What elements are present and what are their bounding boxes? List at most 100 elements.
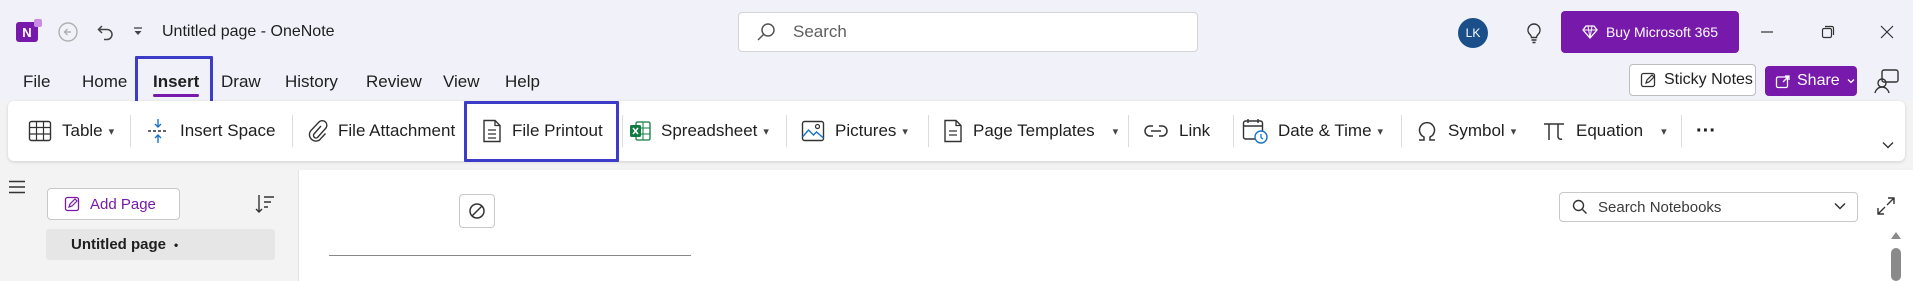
symbol-button[interactable]: Symbol ▾ xyxy=(1416,101,1516,161)
divider xyxy=(928,115,929,147)
chevron-down-icon xyxy=(1847,79,1855,84)
restore-icon[interactable] xyxy=(1813,18,1843,46)
tab-help[interactable]: Help xyxy=(505,72,540,92)
table-label: Table xyxy=(62,121,103,140)
chevron-down-icon: ▾ xyxy=(1510,125,1517,138)
prohibited-icon xyxy=(469,203,485,219)
search-box[interactable]: Search xyxy=(738,12,1198,52)
file-attachment-label: File Attachment xyxy=(338,121,456,140)
ribbon: Table ▾ Insert Space File Attachment Fil… xyxy=(8,101,1905,161)
window-title: Untitled page - OneNote xyxy=(162,23,335,40)
search-icon xyxy=(757,23,775,41)
sticky-note-icon xyxy=(1640,72,1656,88)
link-button[interactable]: Link xyxy=(1143,101,1210,161)
page-item-label: Untitled page xyxy=(71,236,167,253)
menu-bar: File Home Insert Draw History Review Vie… xyxy=(0,64,1913,100)
chevron-down-icon: ▾ xyxy=(763,125,769,138)
paperclip-icon xyxy=(308,119,328,142)
feedback-icon[interactable] xyxy=(1874,68,1900,94)
omega-icon xyxy=(1418,121,1436,141)
sort-icon[interactable] xyxy=(254,193,276,215)
insert-tab-highlight xyxy=(135,56,213,107)
page-list-item[interactable]: Untitled page • xyxy=(46,229,275,260)
picture-icon xyxy=(801,120,825,142)
search-icon xyxy=(1572,199,1587,214)
more-options-button[interactable]: ··· xyxy=(1696,101,1716,161)
title-bar: N Untitled page - OneNote Search LK Buy … xyxy=(0,0,1913,64)
note-container-button[interactable] xyxy=(459,194,495,228)
quick-access-dropdown-icon[interactable] xyxy=(130,24,146,40)
chevron-down-icon: ▾ xyxy=(108,125,115,138)
file-printout-highlight xyxy=(464,101,619,162)
page-template-icon xyxy=(944,119,962,143)
minimize-icon[interactable] xyxy=(1752,18,1782,46)
sticky-notes-label: Sticky Notes xyxy=(1664,71,1753,88)
scroll-up-arrow-icon[interactable] xyxy=(1890,230,1902,240)
back-icon[interactable] xyxy=(56,20,80,44)
equation-button[interactable]: Equation ▾ xyxy=(1542,101,1667,161)
chevron-down-icon: ▾ xyxy=(1377,125,1384,138)
add-page-button[interactable]: Add Page xyxy=(47,188,180,220)
tab-view[interactable]: View xyxy=(443,72,480,92)
divider xyxy=(1233,115,1234,147)
page-templates-button[interactable]: Page Templates ▾ xyxy=(943,101,1118,161)
search-notebooks-dropdown[interactable]: Search Notebooks xyxy=(1559,192,1858,222)
divider xyxy=(1128,115,1129,147)
link-icon xyxy=(1144,125,1168,137)
onenote-logo-icon: N xyxy=(16,19,42,42)
add-page-label: Add Page xyxy=(90,195,156,213)
divider xyxy=(1401,115,1402,147)
unsaved-dot: • xyxy=(174,237,179,252)
undo-icon[interactable] xyxy=(94,20,118,44)
divider xyxy=(292,115,293,147)
diamond-icon xyxy=(1582,25,1598,39)
tab-file[interactable]: File xyxy=(23,72,50,92)
insert-space-button[interactable]: Insert Space xyxy=(146,101,275,161)
table-button[interactable]: Table ▾ xyxy=(28,101,114,161)
add-page-icon xyxy=(64,196,80,212)
date-time-button[interactable]: Date & Time ▾ xyxy=(1242,101,1383,161)
chevron-down-icon: ▾ xyxy=(1661,125,1667,138)
symbol-label: Symbol xyxy=(1448,121,1505,140)
pictures-button[interactable]: Pictures ▾ xyxy=(801,101,908,161)
lightbulb-icon[interactable] xyxy=(1522,20,1546,46)
avatar[interactable]: LK xyxy=(1458,18,1488,48)
file-attachment-button[interactable]: File Attachment xyxy=(306,101,455,161)
tab-home[interactable]: Home xyxy=(82,72,127,92)
expand-icon[interactable] xyxy=(1876,196,1896,216)
app-logo-letter: N xyxy=(22,24,32,40)
search-placeholder: Search xyxy=(793,22,847,41)
buy-microsoft-365-button[interactable]: Buy Microsoft 365 xyxy=(1561,11,1739,53)
insert-space-label: Insert Space xyxy=(180,121,276,140)
excel-icon xyxy=(630,121,651,141)
share-button[interactable]: Share xyxy=(1765,66,1857,96)
hamburger-menu-icon[interactable] xyxy=(8,179,26,195)
page-title-underline[interactable] xyxy=(329,255,691,256)
date-time-label: Date & Time xyxy=(1278,121,1372,140)
divider xyxy=(1681,115,1682,147)
page-templates-label: Page Templates xyxy=(973,121,1095,140)
table-icon xyxy=(28,120,52,142)
tab-review[interactable]: Review xyxy=(366,72,422,92)
page-list-pane xyxy=(34,170,297,281)
share-label: Share xyxy=(1797,72,1840,89)
tab-draw[interactable]: Draw xyxy=(221,72,261,92)
pictures-label: Pictures xyxy=(835,121,897,140)
scrollbar-thumb[interactable] xyxy=(1891,248,1901,281)
close-icon[interactable] xyxy=(1872,18,1902,46)
tab-history[interactable]: History xyxy=(285,72,338,92)
divider xyxy=(786,115,787,147)
app-logo-accent xyxy=(34,19,42,27)
chevron-down-icon: ▾ xyxy=(902,125,908,138)
share-icon xyxy=(1775,75,1790,89)
pi-icon xyxy=(1544,123,1564,140)
spreadsheet-button[interactable]: Spreadsheet ▾ xyxy=(629,101,769,161)
divider xyxy=(130,115,131,147)
search-notebooks-label: Search Notebooks xyxy=(1598,198,1722,216)
calendar-clock-icon xyxy=(1242,119,1268,144)
link-label: Link xyxy=(1179,121,1211,140)
insert-space-icon xyxy=(148,119,168,143)
note-canvas[interactable] xyxy=(298,170,1913,281)
ribbon-collapse-icon[interactable] xyxy=(1881,137,1895,153)
sticky-notes-button[interactable]: Sticky Notes xyxy=(1629,64,1756,96)
